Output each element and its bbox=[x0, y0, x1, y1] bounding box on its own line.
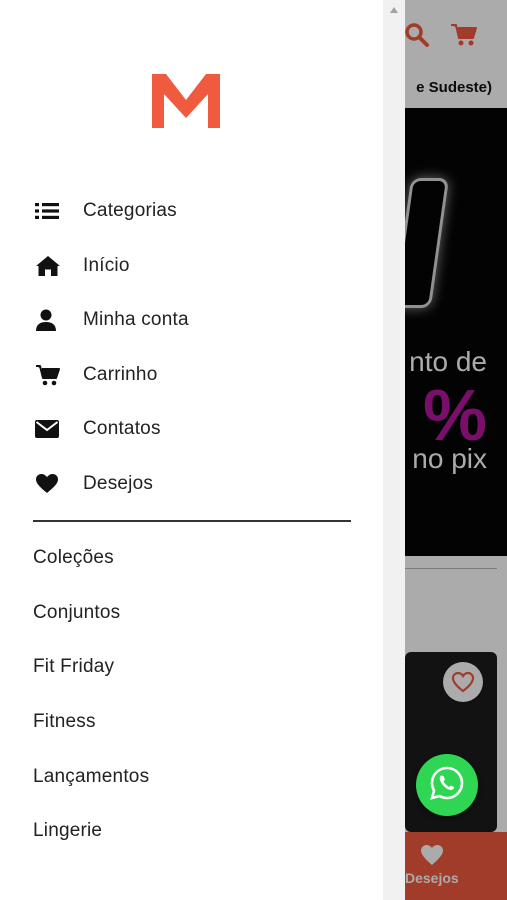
menu-label: Início bbox=[83, 254, 130, 276]
menu-item-contatos[interactable]: Contatos bbox=[0, 402, 383, 457]
brand-logo[interactable] bbox=[146, 70, 226, 132]
menu-label: Desejos bbox=[83, 472, 154, 494]
collection-label: Lançamentos bbox=[33, 765, 150, 787]
collection-item-fitness[interactable]: Fitness bbox=[0, 695, 383, 750]
menu-item-carrinho[interactable]: Carrinho bbox=[0, 348, 383, 403]
collection-item-lingerie[interactable]: Lingerie bbox=[0, 804, 383, 859]
menu-label: Categorias bbox=[83, 200, 177, 222]
whatsapp-icon bbox=[428, 764, 466, 807]
collection-label: Fitness bbox=[33, 711, 96, 733]
envelope-icon bbox=[35, 417, 63, 441]
menu-item-categorias[interactable]: Categorias bbox=[0, 184, 383, 239]
collection-item-conjuntos[interactable]: Conjuntos bbox=[0, 586, 383, 641]
menu-label: Carrinho bbox=[83, 363, 158, 385]
menu-label: Contatos bbox=[83, 418, 161, 440]
menu-item-desejos[interactable]: Desejos bbox=[0, 457, 383, 512]
scroll-up-arrow-icon[interactable] bbox=[383, 0, 405, 20]
collections-menu: Coleções Conjuntos Fit Friday Fitness La… bbox=[0, 531, 383, 859]
menu-item-minha-conta[interactable]: Minha conta bbox=[0, 293, 383, 348]
collection-item-fit-friday[interactable]: Fit Friday bbox=[0, 640, 383, 695]
main-menu: Categorias Início Minha conta Carrinho C… bbox=[0, 184, 383, 511]
drawer-scrollbar[interactable] bbox=[383, 0, 405, 900]
navigation-drawer: Categorias Início Minha conta Carrinho C… bbox=[0, 0, 383, 900]
collection-label: Conjuntos bbox=[33, 601, 121, 623]
collection-item-colecoes[interactable]: Coleções bbox=[0, 531, 383, 586]
whatsapp-button[interactable] bbox=[416, 754, 478, 816]
home-icon bbox=[35, 254, 63, 278]
user-icon bbox=[35, 308, 63, 332]
collection-label: Lingerie bbox=[33, 820, 103, 842]
menu-item-inicio[interactable]: Início bbox=[0, 239, 383, 294]
heart-icon bbox=[35, 472, 63, 496]
menu-divider bbox=[33, 520, 351, 522]
collection-label: Coleções bbox=[33, 547, 114, 569]
menu-label: Minha conta bbox=[83, 309, 189, 331]
collection-label: Fit Friday bbox=[33, 656, 115, 678]
cart-icon bbox=[35, 363, 63, 387]
collection-item-lancamentos[interactable]: Lançamentos bbox=[0, 749, 383, 804]
list-icon bbox=[35, 199, 63, 223]
